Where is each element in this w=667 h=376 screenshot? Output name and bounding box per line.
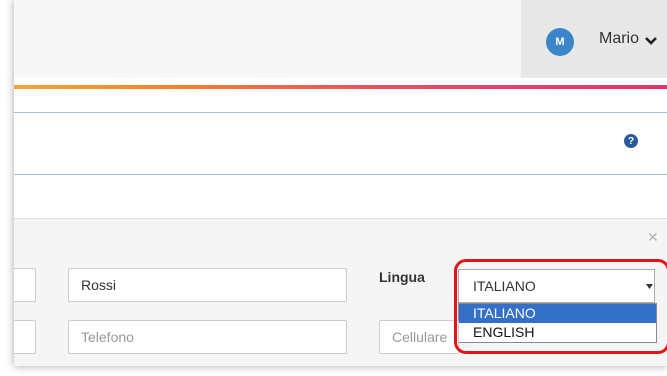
surname-field[interactable]: Rossi (68, 268, 347, 302)
brand-color-bar (14, 85, 667, 89)
first-name-field[interactable] (14, 268, 36, 302)
app-window: M Mario ? ✕ Rossi Lingua ITALIANO ITALIA… (14, 0, 667, 366)
user-menu[interactable]: M Mario (521, 0, 667, 78)
question-circle-icon[interactable]: ? (624, 134, 638, 148)
language-label: Lingua (379, 269, 425, 285)
chevron-down-icon[interactable] (645, 37, 657, 45)
close-icon[interactable]: ✕ (647, 229, 659, 246)
divider (14, 112, 667, 113)
mobile-field[interactable]: Cellulare (379, 320, 459, 354)
divider (14, 174, 667, 175)
user-name[interactable]: Mario (599, 30, 639, 48)
email-field[interactable] (14, 320, 36, 354)
avatar[interactable]: M (546, 28, 574, 56)
highlight-annotation (454, 259, 667, 354)
top-navbar: M Mario (14, 0, 667, 78)
phone-field[interactable]: Telefono (68, 320, 347, 354)
